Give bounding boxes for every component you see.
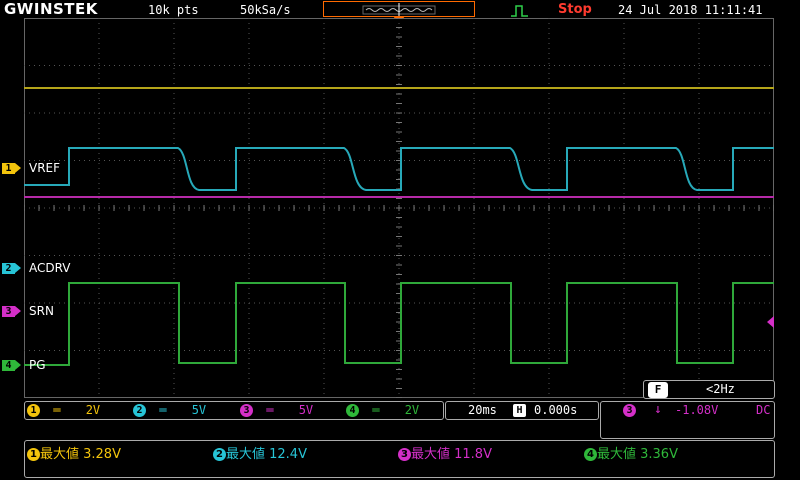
timebase: 20ms	[468, 403, 497, 417]
ch3-label: SRN	[29, 304, 54, 318]
ch1-scale[interactable]: 1 ═ 2V	[27, 403, 100, 417]
ch3-scale[interactable]: 3 ═ 5V	[240, 403, 313, 417]
sample-rate: 50kSa/s	[240, 3, 291, 17]
ch4-scale[interactable]: 4 ═ 2V	[346, 403, 419, 417]
trigger-frequency: <2Hz	[706, 382, 735, 396]
falling-edge-icon: ↓	[654, 402, 662, 417]
run-stop-status[interactable]: Stop	[558, 2, 592, 17]
ch3-marker[interactable]: 3	[2, 306, 21, 317]
ch4-label: PG	[29, 358, 46, 372]
ch2-marker[interactable]: 2	[2, 263, 21, 274]
memory-bar[interactable]	[323, 1, 475, 17]
memory-wave-icon	[362, 3, 436, 17]
measurement-ch3: 3 最大値 11.8V	[398, 443, 492, 462]
timebase-panel[interactable]: 20ms H 0.000s	[445, 401, 599, 420]
measurement-ch4: 4 最大値 3.36V	[584, 443, 678, 462]
ch2-scale[interactable]: 2 ═ 5V	[133, 403, 206, 417]
horizontal-position-icon: H	[513, 404, 526, 417]
record-length: 10k pts	[148, 3, 199, 17]
ch1-marker[interactable]: 1	[2, 163, 21, 174]
trigger-panel[interactable]: 3 ↓ -1.08V DC	[600, 401, 775, 439]
ch4-marker[interactable]: 4	[2, 360, 21, 371]
trigger-source-badge: F	[648, 382, 668, 398]
ch2-label: ACDRV	[29, 261, 71, 275]
measurement-ch1: 1 最大値 3.28V	[27, 443, 121, 462]
trigger-coupling: DC	[756, 403, 771, 417]
trigger-level: -1.08V	[675, 403, 719, 417]
trigger-channel: 3	[623, 404, 636, 417]
waveform-display	[24, 18, 774, 398]
measurement-ch2: 2 最大値 12.4V	[213, 443, 307, 462]
date-time: 24 Jul 2018 11:11:41	[618, 3, 763, 17]
trigger-frequency-panel[interactable]: F <2Hz	[643, 380, 775, 399]
horizontal-position: 0.000s	[534, 403, 578, 417]
brand-logo: GWINSTEK	[4, 0, 98, 18]
ch1-label: VREF	[29, 161, 61, 175]
